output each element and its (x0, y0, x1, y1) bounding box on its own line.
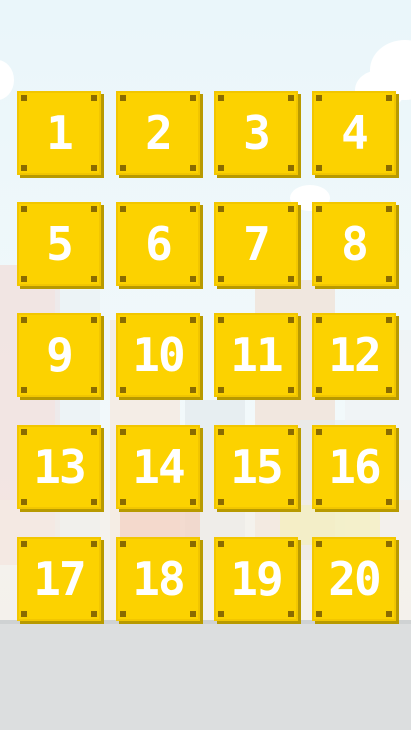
level-number: 9 (46, 328, 74, 382)
level-number: 13 (33, 440, 86, 494)
level-button-17[interactable]: 17 (17, 537, 101, 621)
level-number: 17 (33, 552, 86, 606)
level-number: 7 (243, 217, 271, 271)
level-button-19[interactable]: 19 (214, 537, 298, 621)
level-button-8[interactable]: 8 (312, 202, 396, 286)
level-number: 8 (341, 217, 369, 271)
level-button-6[interactable]: 6 (116, 202, 200, 286)
level-number: 18 (132, 552, 185, 606)
level-number: 4 (341, 106, 369, 160)
level-button-3[interactable]: 3 (214, 91, 298, 175)
level-button-18[interactable]: 18 (116, 537, 200, 621)
level-number: 2 (145, 106, 173, 160)
level-button-2[interactable]: 2 (116, 91, 200, 175)
level-button-5[interactable]: 5 (17, 202, 101, 286)
level-number: 16 (328, 440, 381, 494)
level-button-11[interactable]: 11 (214, 313, 298, 397)
level-button-14[interactable]: 14 (116, 425, 200, 509)
level-number: 3 (243, 106, 271, 160)
level-number: 1 (46, 106, 74, 160)
level-number: 10 (132, 328, 185, 382)
level-button-7[interactable]: 7 (214, 202, 298, 286)
level-button-20[interactable]: 20 (312, 537, 396, 621)
level-number: 11 (230, 328, 283, 382)
level-number: 6 (145, 217, 173, 271)
level-button-9[interactable]: 9 (17, 313, 101, 397)
level-button-15[interactable]: 15 (214, 425, 298, 509)
level-button-16[interactable]: 16 (312, 425, 396, 509)
level-number: 20 (328, 552, 381, 606)
level-button-10[interactable]: 10 (116, 313, 200, 397)
level-number: 12 (328, 328, 381, 382)
level-select-grid: 1 2 3 4 5 6 7 8 9 10 11 12 13 14 15 16 17 18 19 20 (0, 0, 411, 730)
level-number: 5 (46, 217, 74, 271)
level-button-12[interactable]: 12 (312, 313, 396, 397)
level-number: 15 (230, 440, 283, 494)
level-button-4[interactable]: 4 (312, 91, 396, 175)
level-number: 19 (230, 552, 283, 606)
level-number: 14 (132, 440, 185, 494)
level-button-13[interactable]: 13 (17, 425, 101, 509)
level-button-1[interactable]: 1 (17, 91, 101, 175)
